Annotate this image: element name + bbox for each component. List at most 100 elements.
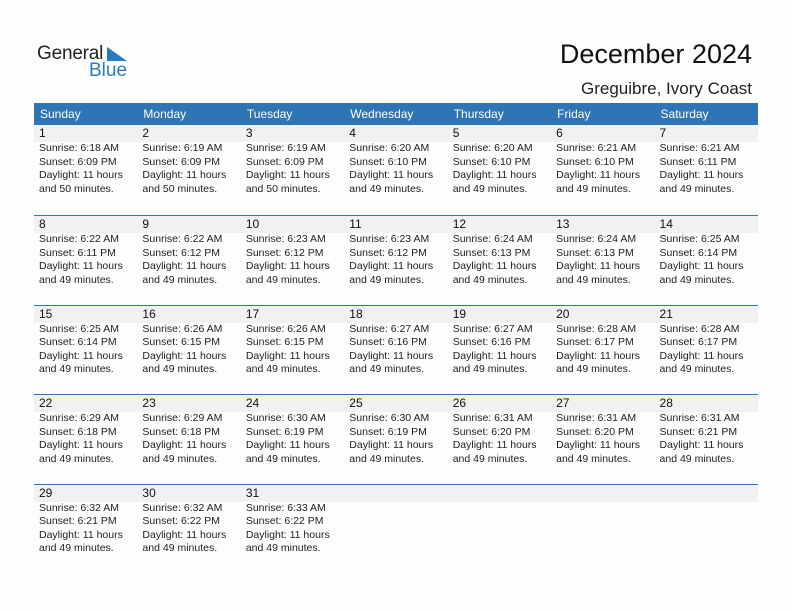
sunset-text: Sunset: 6:10 PM — [556, 155, 634, 168]
daylight-minutes-text: and 49 minutes. — [452, 182, 528, 195]
daylight-minutes-text: and 50 minutes. — [245, 182, 321, 195]
daylight-text: Daylight: 11 hours — [556, 439, 640, 452]
daylight-minutes-text: and 49 minutes. — [349, 452, 424, 465]
day-number: 31 — [245, 485, 260, 500]
sunrise-text: Sunrise: 6:31 AM — [659, 412, 740, 424]
day-number: 23 — [142, 396, 156, 410]
day-cell: 26 Sunrise: 6:31 AM Sunset: 6:20 PM Dayligh… — [448, 395, 551, 466]
page-title: December 2024 — [559, 39, 752, 69]
sunset-text: Sunset: 6:13 PM — [452, 246, 531, 259]
sunset-text: Sunset: 6:18 PM — [142, 425, 221, 438]
sunrise-text: Sunrise: 6:24 AM — [452, 233, 533, 245]
empty-day-cell — [448, 485, 551, 556]
day-number: 17 — [245, 306, 260, 321]
daylight-text: Daylight: 11 hours — [39, 528, 123, 541]
daylight-minutes-text: and 49 minutes. — [39, 363, 114, 376]
day-number: 10 — [245, 217, 260, 231]
day-cell: 20 Sunrise: 6:28 AM Sunset: 6:17 PM Dayligh… — [551, 306, 654, 377]
sunset-text: Sunset: 6:16 PM — [349, 336, 427, 349]
day-cell: 14 Sunrise: 6:25 AM Sunset: 6:14 PM Dayligh… — [655, 216, 758, 287]
sunrise-text: Sunrise: 6:29 AM — [142, 412, 223, 424]
weekday-friday: Friday — [557, 107, 591, 121]
day-number: 27 — [556, 396, 570, 410]
daylight-minutes-text: and 49 minutes. — [245, 273, 321, 286]
day-cell: 10 Sunrise: 6:23 AM Sunset: 6:12 PM Dayligh… — [241, 216, 344, 287]
day-number: 3 — [245, 126, 253, 140]
daylight-minutes-text: and 49 minutes. — [452, 452, 528, 465]
daylight-minutes-text: and 49 minutes. — [142, 273, 218, 286]
week-row: 15 Sunrise: 6:25 AM Sunset: 6:14 PM Dayligh… — [34, 304, 758, 395]
sunrise-text: Sunrise: 6:33 AM — [245, 501, 326, 514]
daylight-minutes-text: and 49 minutes. — [349, 363, 424, 376]
sunrise-text: Sunrise: 6:22 AM — [39, 233, 119, 245]
weekday-sunday: Sunday — [40, 107, 81, 121]
daylight-text: Daylight: 11 hours — [39, 349, 123, 362]
day-number: 8 — [39, 217, 46, 231]
daylight-minutes-text: and 49 minutes. — [556, 182, 631, 195]
daylight-text: Daylight: 11 hours — [39, 260, 123, 273]
sunset-text: Sunset: 6:13 PM — [556, 246, 634, 259]
sunrise-text: Sunrise: 6:29 AM — [39, 412, 119, 424]
sunrise-text: Sunrise: 6:23 AM — [245, 233, 326, 245]
day-number: 26 — [452, 396, 467, 410]
daylight-text: Daylight: 11 hours — [659, 439, 744, 452]
calendar: Sunday Monday Tuesday Wednesday Thursday… — [34, 103, 758, 573]
sunset-text: Sunset: 6:12 PM — [142, 246, 221, 259]
day-cell: 29 Sunrise: 6:32 AM Sunset: 6:21 PM Dayligh… — [34, 485, 137, 556]
day-number: 21 — [659, 306, 673, 321]
sunrise-text: Sunrise: 6:30 AM — [245, 412, 326, 424]
week-cells: 15 Sunrise: 6:25 AM Sunset: 6:14 PM Dayligh… — [34, 306, 758, 377]
day-cell: 13 Sunrise: 6:24 AM Sunset: 6:13 PM Dayligh… — [551, 216, 654, 287]
day-number: 2 — [142, 126, 150, 140]
sunrise-text: Sunrise: 6:27 AM — [452, 322, 533, 335]
daylight-text: Daylight: 11 hours — [349, 439, 434, 452]
day-number: 22 — [39, 396, 53, 410]
sunset-text: Sunset: 6:17 PM — [659, 336, 738, 349]
daylight-text: Daylight: 11 hours — [245, 260, 330, 273]
sunrise-text: Sunrise: 6:28 AM — [556, 322, 637, 335]
sunset-text: Sunset: 6:14 PM — [659, 246, 738, 259]
day-cell: 30 Sunrise: 6:32 AM Sunset: 6:22 PM Dayligh… — [137, 485, 240, 556]
daylight-minutes-text: and 49 minutes. — [142, 363, 218, 376]
daylight-minutes-text: and 49 minutes. — [452, 363, 528, 376]
sunrise-text: Sunrise: 6:19 AM — [142, 142, 223, 154]
sunrise-text: Sunrise: 6:24 AM — [556, 233, 637, 245]
day-number: 29 — [39, 485, 53, 500]
daylight-minutes-text: and 49 minutes. — [556, 363, 631, 376]
sunset-text: Sunset: 6:09 PM — [39, 155, 117, 168]
logo: General Blue — [37, 43, 137, 83]
sunset-text: Sunset: 6:15 PM — [142, 336, 221, 349]
sunset-text: Sunset: 6:12 PM — [245, 246, 324, 259]
logo-triangle-icon — [107, 47, 127, 61]
day-number: 12 — [452, 217, 467, 231]
day-cell: 24 Sunrise: 6:30 AM Sunset: 6:19 PM Dayligh… — [241, 395, 344, 466]
daylight-text: Daylight: 11 hours — [349, 349, 434, 362]
sunset-text: Sunset: 6:21 PM — [39, 515, 117, 528]
day-cell: 7 Sunrise: 6:21 AM Sunset: 6:11 PM Daylight… — [655, 125, 758, 196]
daylight-text: Daylight: 11 hours — [245, 349, 330, 362]
weekday-header: Sunday Monday Tuesday Wednesday Thursday… — [34, 103, 758, 125]
empty-day-cell — [551, 485, 654, 556]
sunset-text: Sunset: 6:11 PM — [659, 155, 737, 168]
day-number: 25 — [349, 396, 363, 410]
daylight-minutes-text: and 49 minutes. — [142, 542, 218, 555]
day-cell: 22 Sunrise: 6:29 AM Sunset: 6:18 PM Dayligh… — [34, 395, 137, 466]
sunset-text: Sunset: 6:22 PM — [245, 515, 324, 528]
day-cell: 27 Sunrise: 6:31 AM Sunset: 6:20 PM Dayligh… — [551, 395, 654, 466]
sunrise-text: Sunrise: 6:26 AM — [245, 322, 326, 335]
day-cell: 12 Sunrise: 6:24 AM Sunset: 6:13 PM Dayligh… — [448, 216, 551, 287]
sunset-text: Sunset: 6:14 PM — [39, 336, 117, 349]
week-row: 8 Sunrise: 6:22 AM Sunset: 6:11 PM Daylight… — [34, 215, 758, 305]
sunset-text: Sunset: 6:21 PM — [659, 425, 738, 438]
sunset-text: Sunset: 6:22 PM — [142, 515, 221, 528]
day-number: 16 — [142, 306, 156, 321]
week-cells: 22 Sunrise: 6:29 AM Sunset: 6:18 PM Dayligh… — [34, 395, 758, 466]
empty-day-cell — [655, 485, 758, 556]
sunrise-text: Sunrise: 6:32 AM — [142, 501, 223, 514]
week-row: 1 Sunrise: 6:18 AM Sunset: 6:09 PM Daylight… — [34, 125, 758, 215]
sunrise-text: Sunrise: 6:21 AM — [659, 142, 740, 154]
weekday-thursday: Thursday — [453, 107, 504, 121]
daylight-minutes-text: and 49 minutes. — [39, 452, 114, 465]
daylight-text: Daylight: 11 hours — [452, 439, 537, 452]
sunrise-text: Sunrise: 6:23 AM — [349, 233, 430, 245]
